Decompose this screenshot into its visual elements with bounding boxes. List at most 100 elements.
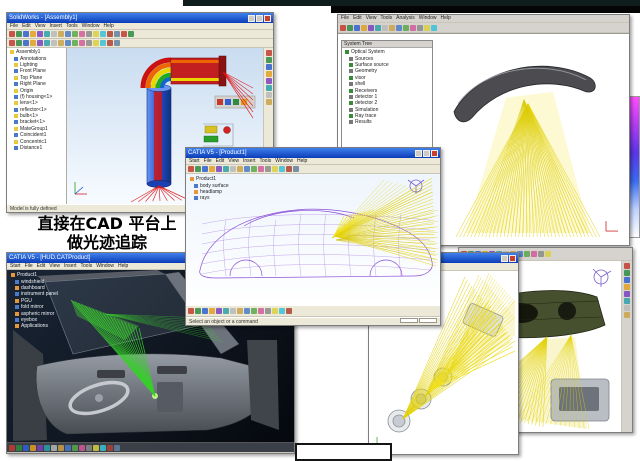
- toolbar-icon[interactable]: [293, 166, 299, 172]
- toolbar-icon[interactable]: [202, 166, 208, 172]
- toolbar-icon[interactable]: [58, 31, 64, 37]
- toolbar-icon[interactable]: [389, 25, 395, 31]
- close-button[interactable]: [431, 150, 438, 157]
- menu-item-view[interactable]: View: [366, 15, 377, 22]
- toolbar-icon[interactable]: [237, 308, 243, 314]
- toolbar-icon[interactable]: [251, 308, 257, 314]
- toolbar-icon[interactable]: [223, 308, 229, 314]
- toolbar-icon[interactable]: [100, 31, 106, 37]
- menu-item-tools[interactable]: Tools: [81, 263, 93, 270]
- toolbar-icon[interactable]: [44, 40, 50, 46]
- toolbar-icon[interactable]: [545, 251, 551, 257]
- toolbar-icon[interactable]: [58, 40, 64, 46]
- toolbar-icon[interactable]: [72, 40, 78, 46]
- toolbar-icon[interactable]: [272, 166, 278, 172]
- menu-item-insert[interactable]: Insert: [49, 23, 62, 30]
- toolbar-icon[interactable]: [16, 445, 22, 451]
- toolbar-icon[interactable]: [375, 25, 381, 31]
- toolbar-icon[interactable]: [9, 40, 15, 46]
- menu-item-edit[interactable]: Edit: [37, 263, 46, 270]
- toolbar-icon[interactable]: [121, 31, 127, 37]
- toolbar-icon[interactable]: [265, 308, 271, 314]
- toolbar-icon[interactable]: [624, 312, 630, 318]
- toolbar-icon[interactable]: [188, 308, 194, 314]
- toolbar-icon[interactable]: [114, 445, 120, 451]
- toolbar-icon[interactable]: [9, 445, 15, 451]
- toolbar-icon[interactable]: [23, 40, 29, 46]
- toolbar-icon[interactable]: [100, 445, 106, 451]
- minimize-button[interactable]: [415, 150, 422, 157]
- toolbar-icon[interactable]: [65, 31, 71, 37]
- toolbar-icon[interactable]: [286, 308, 292, 314]
- toolbar-icon[interactable]: [37, 445, 43, 451]
- toolbar-icon[interactable]: [86, 40, 92, 46]
- toolbar-icon[interactable]: [286, 166, 292, 172]
- maximize-button[interactable]: [256, 15, 263, 22]
- toolbar-icon[interactable]: [230, 166, 236, 172]
- toolbar-icon[interactable]: [216, 166, 222, 172]
- toolbar-icon[interactable]: [279, 308, 285, 314]
- toolbar-icon[interactable]: [223, 166, 229, 172]
- panel-title[interactable]: System Tree: [342, 41, 432, 48]
- menu-item-help[interactable]: Help: [118, 263, 128, 270]
- toolbar-icon[interactable]: [354, 25, 360, 31]
- toolbar-icon[interactable]: [266, 85, 272, 91]
- menu-item-tools[interactable]: Tools: [260, 158, 272, 165]
- toolbar-icon[interactable]: [251, 166, 257, 172]
- toolbar-icon[interactable]: [58, 445, 64, 451]
- menu-item-file[interactable]: File: [10, 23, 18, 30]
- toolbar-icon[interactable]: [279, 166, 285, 172]
- menu-item-tools[interactable]: Tools: [66, 23, 78, 30]
- toolbar-icon[interactable]: [51, 445, 57, 451]
- toolbar-icon[interactable]: [431, 25, 437, 31]
- toolbar-icon[interactable]: [624, 263, 630, 269]
- toolbar-icon[interactable]: [382, 25, 388, 31]
- menu-item-view[interactable]: View: [49, 263, 60, 270]
- toolbar-icon[interactable]: [216, 308, 222, 314]
- toolbar-icon[interactable]: [65, 40, 71, 46]
- menu-item-tools[interactable]: Tools: [380, 15, 392, 22]
- toolbar-icon[interactable]: [93, 445, 99, 451]
- toolbar-icon[interactable]: [230, 308, 236, 314]
- minimize-button[interactable]: [248, 15, 255, 22]
- toolbar-icon[interactable]: [209, 166, 215, 172]
- toolbar-icon[interactable]: [266, 50, 272, 56]
- toolbar-icon[interactable]: [79, 445, 85, 451]
- toolbar-icon[interactable]: [114, 40, 120, 46]
- toolbar-icon[interactable]: [188, 166, 194, 172]
- toolbar-icon[interactable]: [23, 445, 29, 451]
- tree-item[interactable]: Distance1: [8, 145, 65, 151]
- toolbar-icon[interactable]: [128, 31, 134, 37]
- toolbar-icon[interactable]: [30, 40, 36, 46]
- toolbar-icon[interactable]: [266, 64, 272, 70]
- close-button[interactable]: [509, 255, 516, 262]
- minimize-button[interactable]: [501, 255, 508, 262]
- menu-item-edit[interactable]: Edit: [216, 158, 225, 165]
- menu-item-window[interactable]: Window: [82, 23, 100, 30]
- toolbar-icon[interactable]: [114, 31, 120, 37]
- toolbar-icon[interactable]: [65, 445, 71, 451]
- compass-icon[interactable]: [408, 180, 424, 194]
- toolbar-icon[interactable]: [93, 31, 99, 37]
- toolbar-icon[interactable]: [23, 31, 29, 37]
- toolbar-icon[interactable]: [272, 308, 278, 314]
- toolbar-icon[interactable]: [538, 251, 544, 257]
- toolbar-icon[interactable]: [79, 31, 85, 37]
- toolbar-icon[interactable]: [195, 166, 201, 172]
- menu-item-insert[interactable]: Insert: [64, 263, 77, 270]
- toolbar-icon[interactable]: [524, 251, 530, 257]
- toolbar-icon[interactable]: [237, 166, 243, 172]
- menu-item-window[interactable]: Window: [96, 263, 114, 270]
- toolbar-icon[interactable]: [44, 31, 50, 37]
- menu-item-file[interactable]: File: [25, 263, 33, 270]
- menu-item-start[interactable]: Start: [10, 263, 21, 270]
- toolbar-icon[interactable]: [266, 57, 272, 63]
- toolbar-icon[interactable]: [51, 40, 57, 46]
- toolbar-icon[interactable]: [624, 305, 630, 311]
- toolbar-icon[interactable]: [624, 284, 630, 290]
- menu-item-view[interactable]: View: [35, 23, 46, 30]
- menu-item-help[interactable]: Help: [297, 158, 307, 165]
- toolbar-icon[interactable]: [368, 25, 374, 31]
- toolbar-icon[interactable]: [361, 25, 367, 31]
- toolbar-icon[interactable]: [202, 308, 208, 314]
